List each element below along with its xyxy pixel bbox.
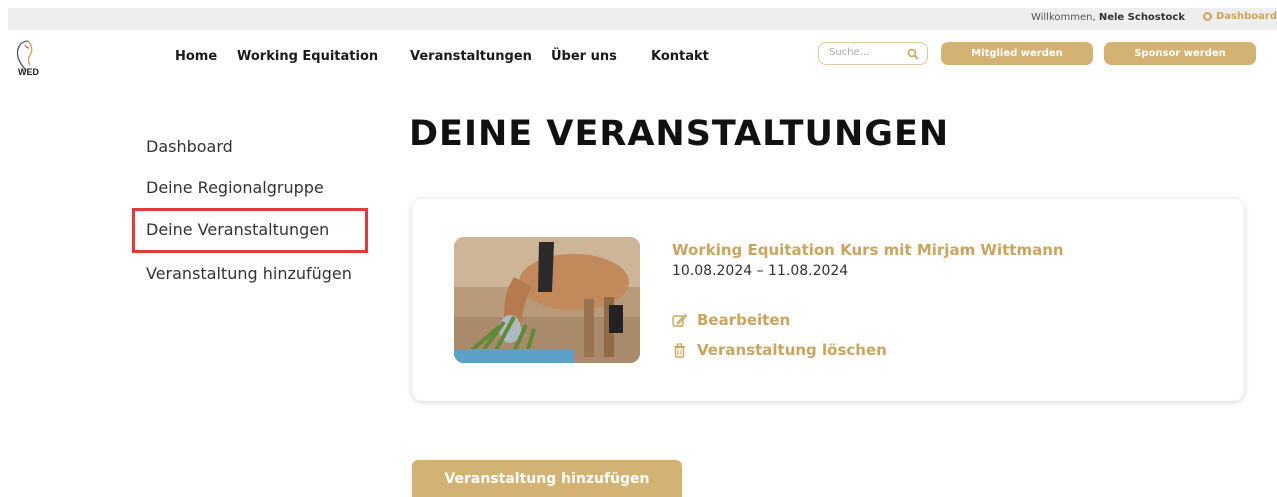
edit-button[interactable]: Bearbeiten [672,311,790,329]
search-box [818,42,928,65]
event-dates: 10.08.2024 – 11.08.2024 [672,263,849,279]
search-input[interactable] [829,47,899,58]
nav-home[interactable]: Home [175,49,217,64]
become-sponsor-button[interactable]: Sponsor werden [1104,42,1256,65]
nav-kontakt[interactable]: Kontakt [651,49,709,64]
delete-label: Veranstaltung löschen [697,341,887,359]
add-event-button[interactable]: Veranstaltung hinzufügen [412,460,682,497]
horse-photo-icon [454,237,640,363]
welcome-prefix: Willkommen, [1030,12,1096,23]
nav-veranstaltungen[interactable]: Veranstaltungen [410,49,532,64]
edit-label: Bearbeiten [697,311,791,329]
circle-icon [1203,12,1212,21]
event-image[interactable] [454,237,640,363]
dashboard-link[interactable]: Dashboard [1203,11,1277,22]
logo-text: WED [18,67,39,77]
dashboard-link-label: Dashboard [1216,11,1277,22]
trash-icon [674,342,685,358]
delete-button[interactable]: Veranstaltung löschen [672,341,887,359]
event-title[interactable]: Working Equitation Kurs mit Mirjam Wittm… [672,241,1064,259]
event-card: Working Equitation Kurs mit Mirjam Wittm… [412,199,1244,401]
top-bar: Willkommen, Nele Schostock Dashboard [8,8,1277,30]
sidebar-item-dashboard[interactable]: Dashboard [146,137,233,156]
sidebar-item-veranstaltung-hinzufuegen[interactable]: Veranstaltung hinzufügen [146,264,352,283]
nav-working-equitation[interactable]: Working Equitation [237,49,378,64]
welcome-text: Willkommen, Nele Schostock [1031,12,1185,23]
sidebar-item-regionalgruppe[interactable]: Deine Regionalgruppe [146,178,324,197]
nav-ueber-uns[interactable]: Über uns [551,49,617,64]
search-icon[interactable] [907,48,919,60]
user-name: Nele Schostock [1098,12,1185,23]
horse-logo-icon: WED [16,40,39,77]
edit-icon [672,313,687,327]
page-title: DEINE VERANSTALTUNGEN [409,114,950,154]
become-member-button[interactable]: Mitglied werden [941,42,1093,65]
logo[interactable]: WED [6,37,62,77]
active-item-highlight [132,208,368,253]
